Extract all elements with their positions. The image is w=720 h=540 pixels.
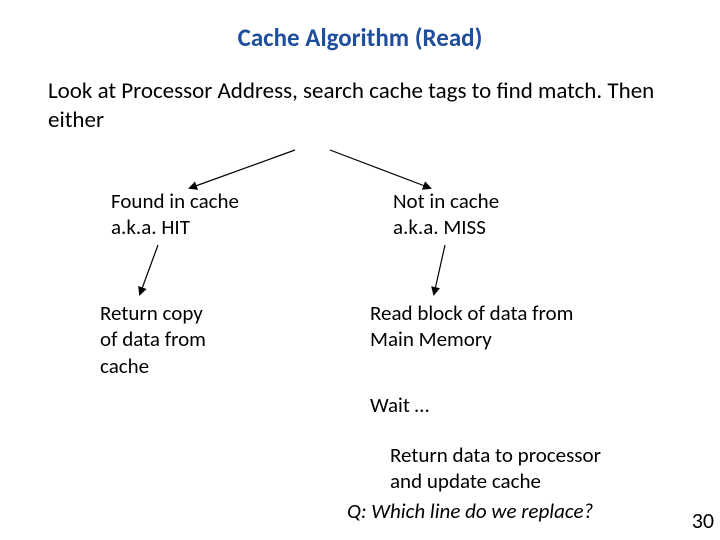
- miss-s1b: Main Memory: [370, 326, 573, 352]
- replacement-question: Q: Which line do we replace?: [347, 498, 593, 524]
- hit-line1: Found in cache: [111, 188, 239, 214]
- miss-s3a: Return data to processor: [390, 442, 601, 468]
- miss-step2: Wait …: [370, 392, 429, 418]
- miss-step3: Return data to processor and update cach…: [390, 442, 601, 495]
- hit-label: Found in cache a.k.a. HIT: [111, 188, 239, 241]
- miss-line1: Not in cache: [393, 188, 499, 214]
- miss-line2: a.k.a. MISS: [393, 214, 499, 240]
- hit-line2: a.k.a. HIT: [111, 214, 239, 240]
- miss-step1: Read block of data from Main Memory: [370, 300, 573, 353]
- slide-title: Cache Algorithm (Read): [0, 0, 720, 53]
- hit-res-2: of data from: [100, 326, 206, 352]
- hit-res-3: cache: [100, 353, 206, 379]
- hit-res-1: Return copy: [100, 300, 206, 326]
- hit-result: Return copy of data from cache: [100, 300, 206, 379]
- miss-s1a: Read block of data from: [370, 300, 573, 326]
- page-number: 30: [692, 507, 714, 534]
- intro-text: Look at Processor Address, search cache …: [0, 53, 720, 135]
- miss-s3b: and update cache: [390, 468, 601, 494]
- miss-label: Not in cache a.k.a. MISS: [393, 188, 499, 241]
